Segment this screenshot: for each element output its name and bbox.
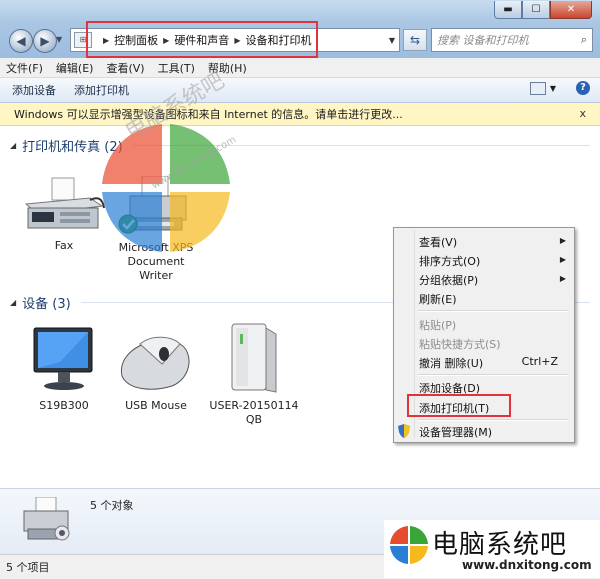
device-label-line: QB <box>245 413 263 426</box>
submenu-arrow-icon: ▶ <box>559 274 566 283</box>
context-menu: 查看(V) ▶ 排序方式(O) ▶ 分组依据(P) ▶ 刷新(E) 粘贴(P) … <box>393 227 575 443</box>
maximize-button[interactable]: ☐ <box>522 1 550 19</box>
command-bar: 添加设备 添加打印机 ▼ ? <box>0 78 600 103</box>
group-title: 打印机和传真 (2) <box>22 140 123 155</box>
command-bar-right: ▼ ? <box>529 81 590 95</box>
collapse-arrow-icon[interactable]: ◢ <box>10 141 16 150</box>
collapse-arrow-icon[interactable]: ◢ <box>10 298 16 307</box>
mouse-icon <box>121 336 190 390</box>
device-label-line: Document <box>127 255 185 268</box>
ctx-refresh[interactable]: 刷新(E) <box>419 291 457 307</box>
address-dropdown-icon[interactable]: ▼ <box>389 36 395 45</box>
device-label-line: Writer <box>139 269 173 282</box>
shield-icon <box>398 424 410 438</box>
back-button[interactable]: ◀ <box>9 29 33 53</box>
search-placeholder: 搜索 设备和打印机 <box>437 34 529 47</box>
forward-arrow-icon: ▶ <box>40 34 50 48</box>
breadcrumb-control-panel[interactable]: 控制面板 <box>114 32 158 48</box>
add-printer-button[interactable]: 添加打印机 <box>74 82 129 98</box>
search-icon[interactable]: ⌕ <box>581 33 587 47</box>
ctx-add-device[interactable]: 添加设备(D) <box>419 380 480 396</box>
add-device-button[interactable]: 添加设备 <box>12 82 56 98</box>
device-computer[interactable]: USER-20150114 QB <box>206 322 302 427</box>
menu-bar: 文件(F) 编辑(E) 查看(V) 工具(T) 帮助(H) <box>0 58 600 78</box>
menu-separator <box>418 419 568 421</box>
close-icon[interactable]: x <box>579 107 586 120</box>
change-view-icon[interactable] <box>529 81 546 95</box>
forward-button[interactable]: ▶ <box>33 29 57 53</box>
device-usb-mouse[interactable]: USB Mouse <box>112 322 200 413</box>
window-controls: ▬ ☐ ✕ <box>494 1 592 19</box>
object-count: 5 个对象 <box>90 499 134 512</box>
device-label-line: USER-20150114 <box>209 399 299 412</box>
device-label: S19B300 <box>39 399 89 412</box>
info-bar[interactable]: Windows 可以显示增强型设备图标和来自 Internet 的信息。请单击进… <box>0 103 600 126</box>
device-microsoft-xps-writer[interactable]: Microsoft XPS Document Writer <box>112 175 200 283</box>
device-label: USB Mouse <box>125 399 187 412</box>
submenu-arrow-icon: ▶ <box>559 255 566 264</box>
ctx-add-printer[interactable]: 添加打印机(T) <box>419 400 489 416</box>
devices-and-printers-window: ▬ ☐ ✕ ◀ ▶ ▼ ⊞ ▶ 控制面板 ▶ 硬件和声音 ▶ 设备和打印机 ▼ … <box>0 0 600 579</box>
ctx-view[interactable]: 查看(V) <box>419 234 457 250</box>
menu-edit[interactable]: 编辑(E) <box>56 60 94 76</box>
menu-separator <box>418 374 568 376</box>
breadcrumb-chevron-icon[interactable]: ▶ <box>163 36 169 45</box>
menu-view[interactable]: 查看(V) <box>106 60 144 76</box>
breadcrumb-devices-printers[interactable]: 设备和打印机 <box>245 32 311 48</box>
group-divider <box>132 145 590 146</box>
help-icon[interactable]: ? <box>576 81 590 95</box>
brand-name: 电脑系统吧 <box>432 530 568 560</box>
fax-icon <box>24 177 105 229</box>
group-header-printers[interactable]: ◢ 打印机和传真 (2) <box>10 136 590 155</box>
device-label: Fax <box>54 239 74 252</box>
back-arrow-icon: ◀ <box>16 34 26 48</box>
brand-logo-icon <box>390 526 428 564</box>
breadcrumb-hardware-sound[interactable]: 硬件和声音 <box>174 32 229 48</box>
ctx-paste-shortcut: 粘贴快捷方式(S) <box>419 338 501 351</box>
ctx-device-manager[interactable]: 设备管理器(M) <box>419 424 492 440</box>
menu-tools[interactable]: 工具(T) <box>158 60 195 76</box>
group-title: 设备 (3) <box>22 297 71 312</box>
search-input[interactable]: 搜索 设备和打印机 ⌕ <box>431 28 593 52</box>
devices-printer-icon <box>23 497 70 541</box>
title-bar: ▬ ☐ ✕ ◀ ▶ ▼ ⊞ ▶ 控制面板 ▶ 硬件和声音 ▶ 设备和打印机 ▼ … <box>0 0 600 59</box>
device-s19b300[interactable]: S19B300 <box>20 322 108 413</box>
breadcrumb-chevron-icon[interactable]: ▶ <box>103 36 109 45</box>
brand-url: www.dnxitong.com <box>462 558 592 572</box>
close-button[interactable]: ✕ <box>550 1 592 19</box>
breadcrumb-chevron-icon[interactable]: ▶ <box>234 36 240 45</box>
minimize-button[interactable]: ▬ <box>494 1 522 19</box>
recent-pages-dropdown-icon[interactable]: ▼ <box>56 35 62 44</box>
menu-gutter <box>414 230 415 439</box>
computer-tower-icon <box>231 323 277 393</box>
device-label-line: Microsoft XPS <box>118 241 194 254</box>
monitor-icon <box>33 327 93 390</box>
view-options-dropdown-icon[interactable]: ▼ <box>550 84 556 93</box>
brand-watermark: 电脑系统吧 www.dnxitong.com <box>384 520 600 578</box>
address-bar[interactable]: ⊞ ▶ 控制面板 ▶ 硬件和声音 ▶ 设备和打印机 ▼ <box>70 28 400 52</box>
status-item-count: 5 个项目 <box>6 561 50 574</box>
device-fax[interactable]: Fax <box>20 176 108 253</box>
control-panel-icon: ⊞ <box>74 32 92 48</box>
breadcrumb: ▶ 控制面板 ▶ 硬件和声音 ▶ 设备和打印机 <box>98 32 311 48</box>
menu-separator <box>418 310 568 312</box>
ctx-undo-accelerator: Ctrl+Z <box>521 355 558 368</box>
ctx-group-by[interactable]: 分组依据(P) <box>419 272 478 288</box>
ctx-undo-delete[interactable]: 撤消 删除(U) <box>419 355 483 371</box>
info-bar-message[interactable]: Windows 可以显示增强型设备图标和来自 Internet 的信息。请单击进… <box>14 106 403 122</box>
refresh-button[interactable]: ⇆ <box>403 29 427 51</box>
refresh-icon: ⇆ <box>409 33 421 47</box>
submenu-arrow-icon: ▶ <box>559 236 566 245</box>
ctx-sort-by[interactable]: 排序方式(O) <box>419 253 480 269</box>
ctx-paste: 粘贴(P) <box>419 319 457 332</box>
menu-file[interactable]: 文件(F) <box>6 60 43 76</box>
